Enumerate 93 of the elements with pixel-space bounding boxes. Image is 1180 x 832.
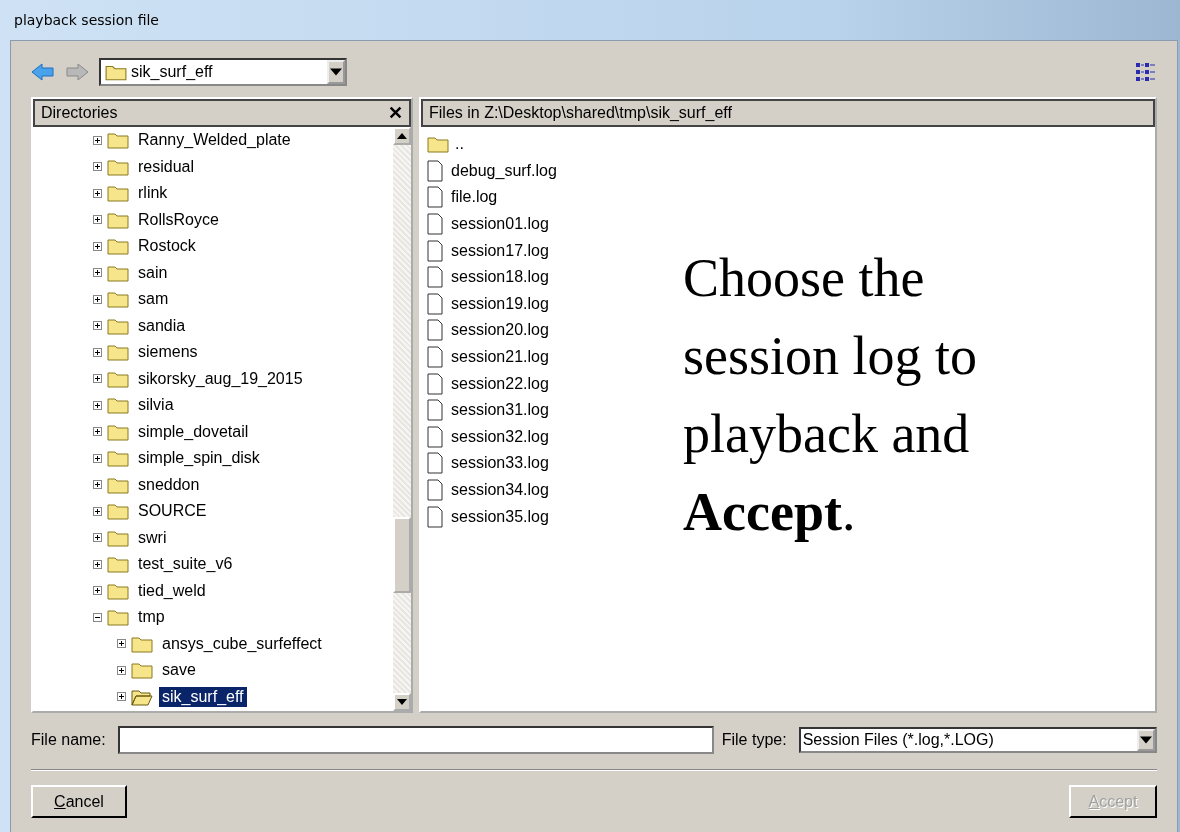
- file-item[interactable]: session22.log: [451, 374, 549, 393]
- file-icon: [427, 292, 443, 315]
- folder-icon: [107, 157, 129, 176]
- file-item[interactable]: session21.log: [451, 348, 549, 367]
- file-item[interactable]: session31.log: [451, 401, 549, 420]
- file-item[interactable]: session32.log: [451, 427, 549, 446]
- directory-item[interactable]: sandia: [135, 315, 189, 336]
- file-icon: [427, 372, 443, 395]
- folder-icon: [107, 502, 129, 521]
- folder-icon: [107, 581, 129, 600]
- file-item[interactable]: ..: [455, 135, 464, 154]
- folder-icon: [107, 422, 129, 441]
- directory-item[interactable]: silvia: [135, 395, 177, 416]
- directory-item[interactable]: tied_weld: [135, 580, 209, 601]
- caret-icon: [330, 68, 342, 76]
- file-item[interactable]: session33.log: [451, 454, 549, 473]
- back-arrow-icon[interactable]: [31, 62, 55, 82]
- field-label: File name:: [31, 731, 107, 749]
- folder-icon: [427, 135, 449, 154]
- folder-icon: [105, 63, 127, 81]
- directory-item[interactable]: tmp: [135, 607, 168, 628]
- directory-item[interactable]: siemens: [135, 342, 201, 363]
- scroll-thumb[interactable]: [393, 517, 411, 593]
- directory-item[interactable]: simple_dovetail: [135, 421, 252, 442]
- open-folder-icon: [131, 687, 153, 706]
- folder-icon: [107, 608, 129, 627]
- file-icon: [427, 159, 443, 182]
- folder-icon: [131, 634, 153, 653]
- panel-title: Files in Z:\Desktop\shared\tmp\sik_surf_eff: [429, 104, 732, 122]
- directory-item[interactable]: sain: [135, 262, 171, 283]
- directory-item[interactable]: ansys_cube_surfeffect: [159, 633, 325, 654]
- directory-item[interactable]: sneddon: [135, 474, 203, 495]
- file-item[interactable]: session34.log: [451, 481, 549, 499]
- file-item[interactable]: file.log: [451, 188, 498, 207]
- file-icon: [427, 319, 443, 342]
- folder-icon: [107, 263, 129, 282]
- folder-icon: [107, 449, 129, 468]
- file-item[interactable]: session35.log: [451, 507, 549, 526]
- window-title: playback session file: [14, 12, 159, 28]
- directory-item[interactable]: save: [159, 660, 199, 681]
- folder-icon: [107, 528, 129, 547]
- file-item[interactable]: session01.log: [451, 215, 549, 234]
- folder-icon: [107, 210, 129, 229]
- file-icon: [427, 239, 443, 262]
- directory-item[interactable]: sam: [135, 289, 172, 310]
- directory-item[interactable]: rlink: [135, 183, 171, 204]
- directory-item[interactable]: test_suite_v6: [135, 554, 236, 575]
- file-icon: [427, 186, 443, 209]
- cancel-button[interactable]: Cancel: [31, 785, 127, 818]
- location-dropdown[interactable]: sik_surf_eff: [99, 58, 347, 86]
- folder-icon: [131, 661, 153, 680]
- file-icon: [427, 505, 443, 528]
- close-button[interactable]: ✕: [388, 102, 403, 124]
- details-view-icon[interactable]: [1135, 62, 1157, 82]
- directory-item[interactable]: residual: [135, 156, 198, 177]
- caret-icon: [1140, 736, 1152, 744]
- file-item[interactable]: debug_surf.log: [451, 161, 557, 180]
- panel-title: Directories: [41, 104, 118, 122]
- scroll-up-icon[interactable]: [397, 133, 407, 139]
- scroll-down-icon[interactable]: [397, 699, 407, 705]
- directory-item[interactable]: RollsRoyce: [135, 209, 222, 230]
- folder-icon: [107, 475, 129, 494]
- folder-icon: [107, 237, 129, 256]
- instruction-text: Choose the session log to playback and Accept.: [683, 247, 979, 544]
- file-icon: [427, 425, 443, 448]
- folder-icon: [107, 555, 129, 574]
- file-item[interactable]: session18.log: [451, 268, 549, 287]
- directory-item[interactable]: Rostock: [135, 236, 199, 257]
- file-item[interactable]: session20.log: [451, 321, 549, 340]
- file-item[interactable]: session17.log: [451, 241, 549, 260]
- folder-icon: [107, 343, 129, 362]
- field-label: File type:: [721, 731, 788, 749]
- file-type-dropdown[interactable]: Session Files (*.log,*.LOG): [798, 727, 1157, 753]
- folder-icon: [107, 369, 129, 388]
- file-item[interactable]: session19.log: [451, 294, 549, 313]
- file-icon: [427, 266, 443, 289]
- directory-item[interactable]: sikorsky_aug_19_2015: [135, 368, 306, 389]
- folder-icon: [107, 184, 129, 203]
- file-icon: [427, 479, 443, 501]
- file-icon: [427, 452, 443, 475]
- file-icon: [427, 346, 443, 369]
- file-name-field[interactable]: [117, 726, 714, 754]
- directory-item[interactable]: sik_surf_eff: [159, 686, 247, 707]
- folder-icon: [107, 316, 129, 335]
- directory-item[interactable]: SOURCE: [135, 501, 210, 522]
- file-icon: [427, 399, 443, 422]
- directory-item[interactable]: swri: [135, 527, 170, 548]
- directory-item[interactable]: simple_spin_disk: [135, 448, 263, 469]
- directory-item[interactable]: Ranny_Welded_plate: [135, 130, 294, 151]
- folder-icon: [107, 396, 129, 415]
- file-icon: [427, 213, 443, 236]
- folder-icon: [107, 290, 129, 309]
- folder-icon: [107, 131, 129, 150]
